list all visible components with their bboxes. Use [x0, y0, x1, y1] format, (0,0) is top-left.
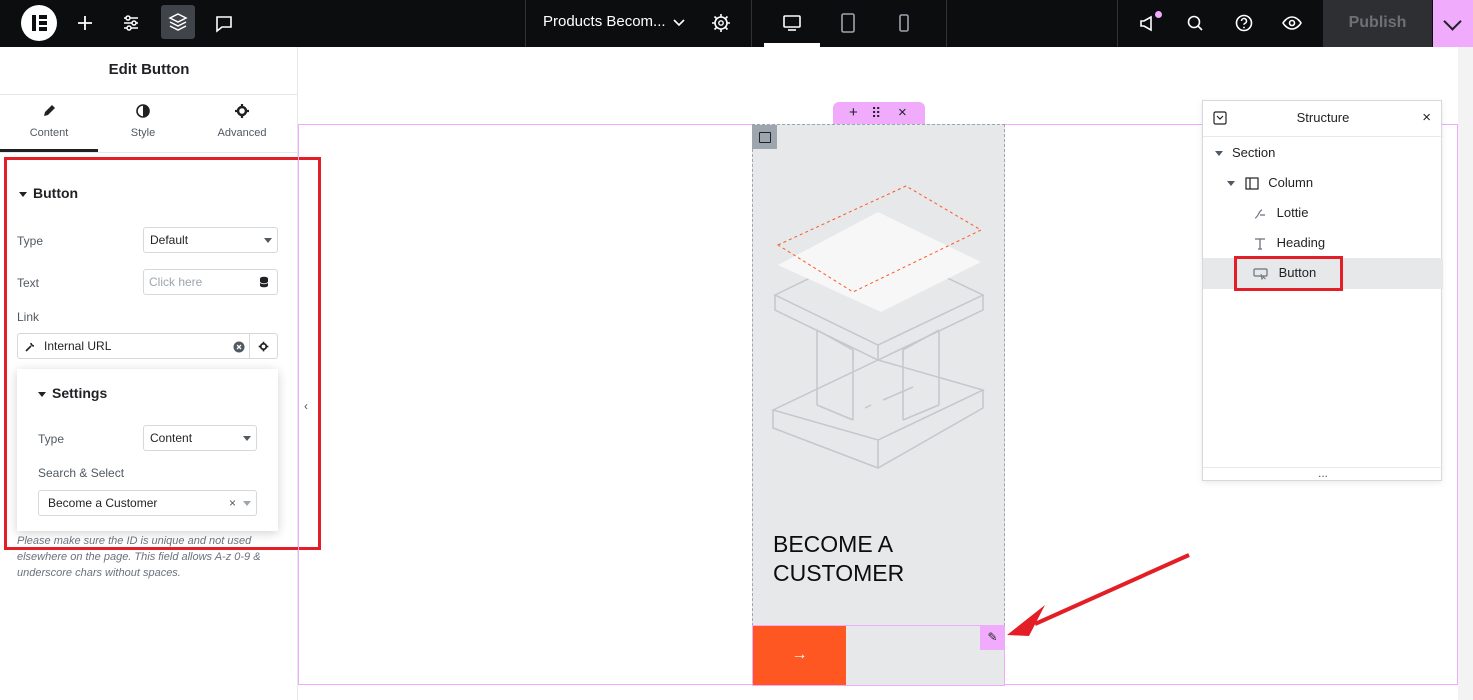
tab-label: Advanced	[217, 127, 267, 139]
close-section-icon[interactable]: ×	[898, 105, 907, 121]
mobile-icon[interactable]	[891, 10, 917, 36]
item-label: Section	[1232, 145, 1276, 160]
half-circle-icon	[94, 103, 192, 127]
divider	[946, 0, 947, 47]
divider	[1203, 136, 1443, 137]
item-label: Lottie	[1276, 205, 1309, 220]
scrollbar[interactable]	[1458, 47, 1473, 700]
help-icon[interactable]	[1231, 10, 1257, 36]
elementor-logo-icon[interactable]	[21, 5, 57, 41]
heading-icon	[1253, 235, 1277, 250]
pencil-icon	[0, 103, 98, 127]
add-section-icon[interactable]: +	[849, 105, 858, 121]
resize-handle[interactable]: ...	[1203, 467, 1443, 479]
publish-button[interactable]: Publish	[1323, 0, 1432, 47]
desktop-icon[interactable]	[779, 10, 805, 36]
tab-label: Style	[130, 127, 156, 139]
arrow-right-icon: →	[791, 646, 808, 663]
divider	[525, 0, 526, 47]
tab-style[interactable]: Style	[94, 103, 192, 139]
highlight-annotation	[4, 157, 321, 550]
divider	[0, 152, 298, 153]
layers-icon[interactable]	[161, 5, 195, 39]
add-icon[interactable]	[72, 10, 98, 36]
divider	[0, 94, 298, 95]
item-label: Heading	[1276, 235, 1326, 250]
tab-label: Content	[29, 127, 69, 139]
column-icon	[1245, 175, 1269, 190]
active-device-indicator	[764, 43, 820, 47]
divider	[1117, 0, 1118, 47]
search-icon[interactable]	[1182, 10, 1208, 36]
heading-text[interactable]: BECOME A CUSTOMER	[773, 530, 993, 588]
arrow-annotation	[1007, 553, 1190, 636]
tab-advanced[interactable]: Advanced	[193, 103, 291, 139]
lottie-illustration[interactable]	[753, 150, 1005, 490]
caret-down-icon	[1227, 181, 1235, 187]
chevron-down-icon[interactable]	[672, 14, 686, 35]
edit-widget-icon[interactable]: ✎	[980, 625, 1005, 650]
gear-icon[interactable]	[708, 10, 734, 36]
document-title[interactable]: Products Becom...	[543, 13, 666, 30]
highlight-annotation	[1234, 256, 1343, 291]
caret-down-icon	[1215, 151, 1223, 157]
comments-icon[interactable]	[211, 10, 237, 36]
settings-sliders-icon[interactable]	[118, 10, 144, 36]
cta-button[interactable]: →	[753, 626, 846, 685]
structure-item-column[interactable]: Column	[1227, 175, 1313, 190]
chevron-down-icon[interactable]	[1433, 0, 1473, 47]
lottie-icon	[1253, 205, 1277, 220]
column-icon[interactable]	[752, 125, 777, 149]
structure-item-heading[interactable]: Heading	[1253, 235, 1325, 250]
drag-section-icon[interactable]: ⠿	[871, 105, 881, 121]
structure-item-lottie[interactable]: Lottie	[1253, 205, 1308, 220]
structure-item-section[interactable]: Section	[1215, 145, 1275, 160]
section-handle: + ⠿ ×	[833, 102, 925, 125]
preview-eye-icon[interactable]	[1279, 10, 1305, 36]
close-icon[interactable]: ×	[1422, 109, 1431, 126]
panel-title: Edit Button	[108, 61, 190, 78]
top-bar: Products Becom... Publish	[0, 0, 1473, 47]
divider	[751, 0, 752, 47]
gear-icon	[193, 103, 291, 127]
notification-dot	[1155, 11, 1162, 18]
tablet-icon[interactable]	[835, 10, 861, 36]
structure-title: Structure	[1296, 110, 1350, 125]
tab-content[interactable]: Content	[0, 103, 98, 139]
item-label: Column	[1268, 175, 1314, 190]
